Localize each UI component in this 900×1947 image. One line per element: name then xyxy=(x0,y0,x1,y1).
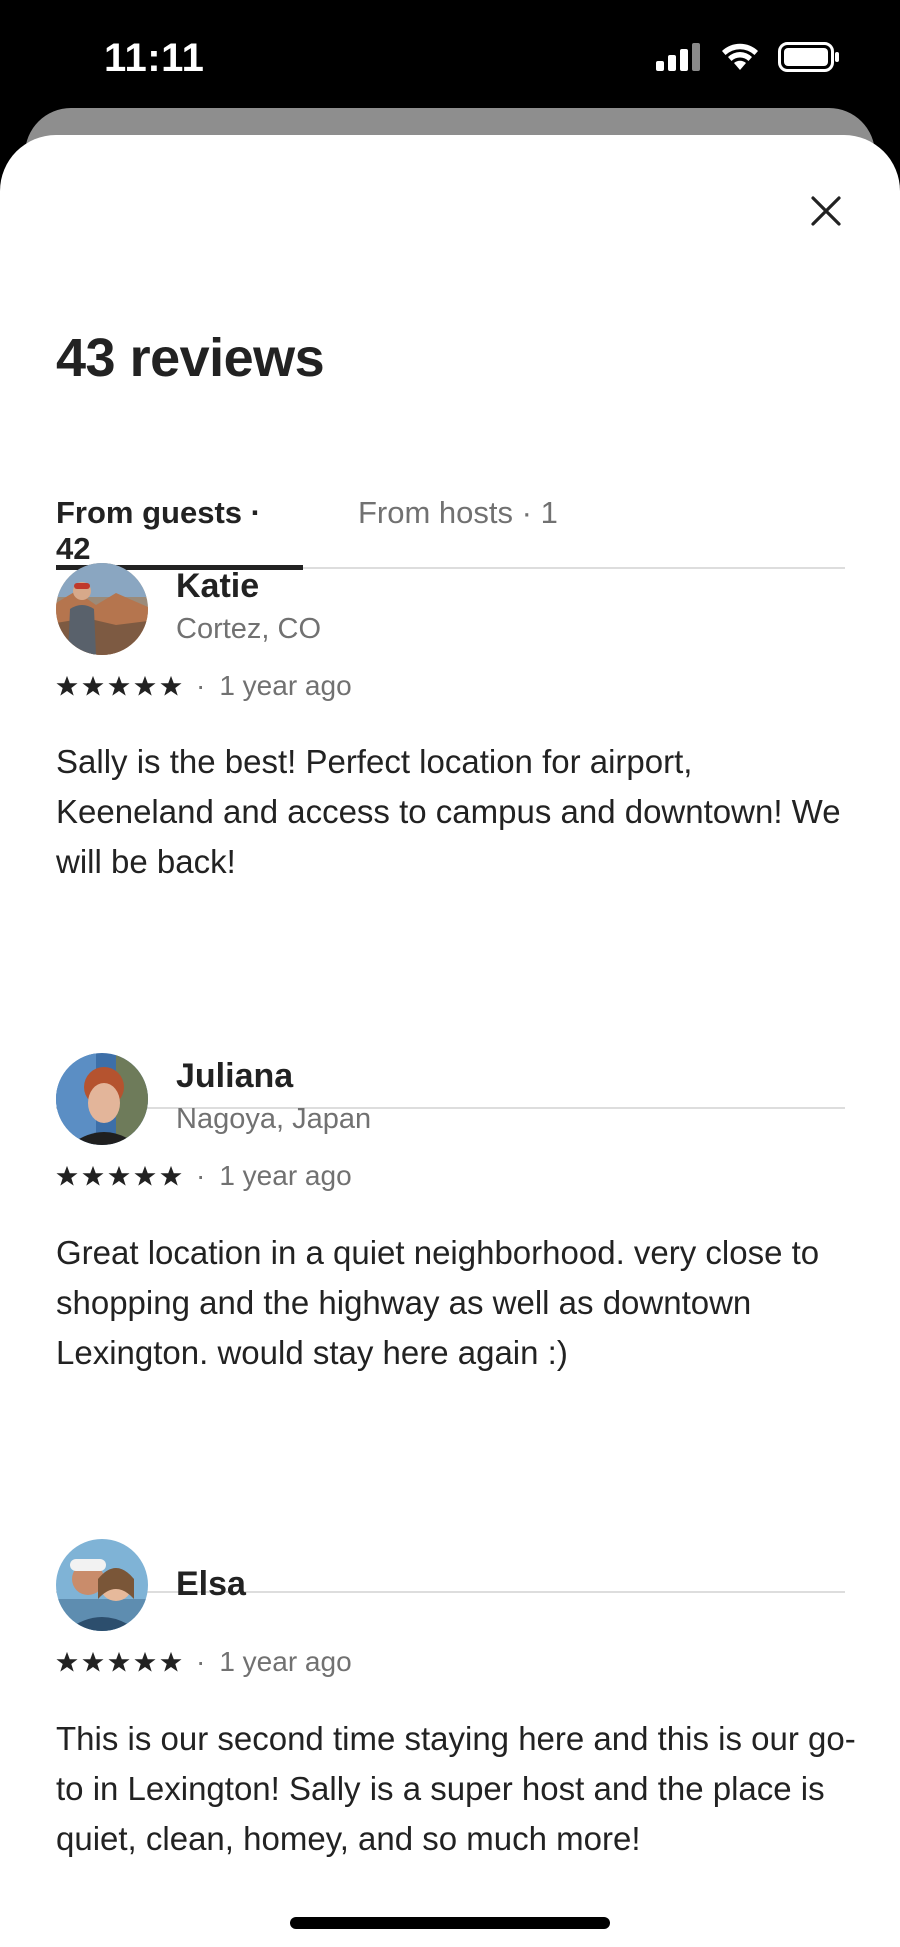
star-icon xyxy=(56,1165,78,1186)
review-date: 1 year ago xyxy=(219,670,352,701)
star-icon xyxy=(82,1651,104,1672)
status-icons xyxy=(656,42,840,72)
rating-row: · 1 year ago xyxy=(56,1646,352,1678)
star-icon xyxy=(108,1651,130,1672)
reviewer-location: Cortez, CO xyxy=(176,613,322,645)
reviews-modal: 43 reviews From guests · 42 From hosts ·… xyxy=(0,135,900,1947)
star-icon xyxy=(134,1165,156,1186)
review-text: Sally is the best! Perfect location for … xyxy=(56,743,841,880)
review-date: 1 year ago xyxy=(219,1160,352,1191)
avatar[interactable] xyxy=(56,1539,148,1631)
status-bar: 11:11 xyxy=(0,0,900,110)
star-icon xyxy=(56,1651,78,1672)
star-icon xyxy=(56,675,78,696)
home-indicator[interactable] xyxy=(290,1917,610,1929)
avatar-photo xyxy=(56,1053,148,1145)
tab-from-guests[interactable]: From guests · 42 xyxy=(56,485,303,570)
status-time: 11:11 xyxy=(104,36,205,80)
star-icon xyxy=(108,675,130,696)
star-rating xyxy=(56,1651,182,1673)
review-text: This is our second time staying here and… xyxy=(56,1720,856,1857)
avatar-photo xyxy=(56,563,148,655)
star-icon xyxy=(134,1651,156,1672)
star-icon xyxy=(134,675,156,696)
rating-row: · 1 year ago xyxy=(56,1160,352,1192)
star-icon xyxy=(160,675,182,696)
avatar[interactable] xyxy=(56,563,148,655)
separator-dot: · xyxy=(196,670,206,701)
battery-icon xyxy=(778,42,839,72)
avatar[interactable] xyxy=(56,1053,148,1145)
star-icon xyxy=(82,1165,104,1186)
page-title: 43 reviews xyxy=(56,328,325,388)
star-rating xyxy=(56,1165,182,1187)
rating-row: · 1 year ago xyxy=(56,670,352,702)
separator-dot: · xyxy=(196,1646,206,1677)
star-icon xyxy=(108,1165,130,1186)
reviewer-name: Elsa xyxy=(176,1565,246,1603)
star-rating xyxy=(56,675,182,697)
tab-from-hosts[interactable]: From hosts · 1 xyxy=(358,485,558,567)
cellular-signal-icon xyxy=(656,43,700,71)
star-icon xyxy=(160,1651,182,1672)
close-button[interactable] xyxy=(805,190,847,232)
reviewer-name: Juliana xyxy=(176,1057,294,1095)
star-icon xyxy=(82,675,104,696)
separator-dot: · xyxy=(196,1160,206,1191)
review-text: Great location in a quiet neighborhood. … xyxy=(56,1234,820,1371)
review-date: 1 year ago xyxy=(219,1646,352,1677)
divider xyxy=(56,1591,845,1593)
close-icon xyxy=(811,196,841,226)
divider xyxy=(56,1107,845,1109)
wifi-icon xyxy=(722,43,758,70)
reviewer-name: Katie xyxy=(176,567,260,605)
review-tabs: From guests · 42 From hosts · 1 xyxy=(56,485,845,570)
reviewer-location: Nagoya, Japan xyxy=(176,1103,372,1135)
star-icon xyxy=(160,1165,182,1186)
avatar-photo xyxy=(56,1539,148,1631)
